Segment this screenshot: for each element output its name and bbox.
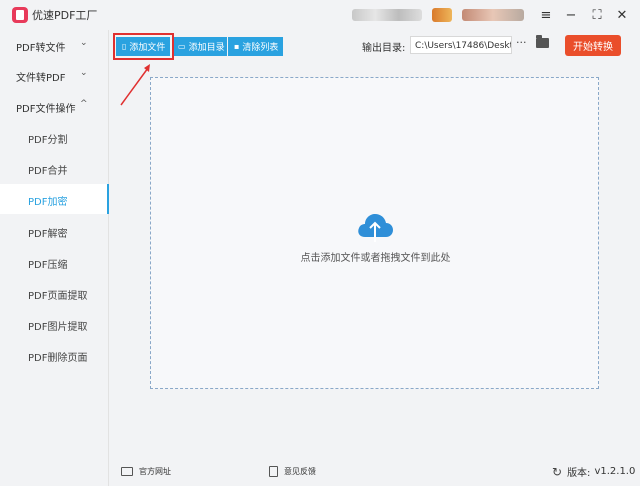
monitor-icon — [121, 467, 133, 476]
sidebar-item-pdf-encrypt[interactable]: PDF加密 — [0, 184, 109, 214]
version-info[interactable]: ↻ 版本: v1.2.1.0 — [552, 464, 636, 480]
sidebar-item-label: PDF页面提取 — [28, 291, 88, 302]
annotation-highlight-box — [113, 33, 174, 60]
more-options-button[interactable]: ··· — [516, 36, 527, 49]
cloud-upload-icon — [358, 214, 393, 242]
minimize-icon[interactable]: − — [562, 6, 580, 24]
close-icon[interactable]: ✕ — [613, 6, 631, 24]
sidebar-item-label: PDF加密 — [28, 197, 68, 208]
feedback-link[interactable]: 意见反馈 — [269, 466, 316, 477]
sidebar-item-pdf-merge[interactable]: PDF合并 — [0, 153, 108, 183]
chevron-down-icon: ⌄ — [80, 68, 88, 78]
nav-label: 文件转PDF — [16, 73, 66, 84]
clear-list-button[interactable]: ▪ 清除列表 — [228, 37, 283, 56]
trash-icon: ▪ — [234, 42, 240, 51]
add-folder-button[interactable]: ▭ 添加目录 — [172, 37, 227, 56]
version-label: 版本: — [567, 468, 591, 479]
folder-icon[interactable] — [536, 35, 549, 48]
sidebar-item-pdf-delete-pages[interactable]: PDF删除页面 — [0, 340, 108, 370]
app-title: 优速PDF工厂 — [32, 9, 98, 22]
blurred-user-info — [462, 9, 524, 21]
maximize-icon[interactable]: ⛶ — [588, 6, 606, 24]
blurred-account-info — [352, 9, 422, 21]
output-dir-field[interactable]: C:\Users\17486\Deskto — [410, 36, 512, 54]
drop-zone-hint: 点击添加文件或者拖拽文件到此处 — [300, 253, 451, 264]
title-bar: 优速PDF工厂 ≡ − ⛶ ✕ — [0, 0, 640, 30]
refresh-icon: ↻ — [552, 464, 563, 479]
nav-pdf-operations[interactable]: PDF文件操作 ^ — [0, 91, 108, 121]
sidebar-item-label: PDF分割 — [28, 135, 68, 146]
sidebar-item-pdf-split[interactable]: PDF分割 — [0, 122, 108, 152]
sidebar: PDF转文件 ⌄ 文件转PDF ⌄ PDF文件操作 ^ PDF分割 PDF合并 … — [0, 30, 109, 486]
sidebar-item-pdf-page-extract[interactable]: PDF页面提取 — [0, 278, 108, 308]
nav-label: PDF转文件 — [16, 43, 66, 54]
sidebar-item-label: PDF合并 — [28, 166, 68, 177]
website-label: 官方网址 — [139, 467, 171, 476]
nav-pdf-to-file[interactable]: PDF转文件 ⌄ — [0, 30, 108, 60]
start-convert-button[interactable]: 开始转换 — [565, 35, 621, 56]
sidebar-item-pdf-image-extract[interactable]: PDF图片提取 — [0, 309, 108, 339]
folder-outline-icon: ▭ — [178, 42, 186, 51]
website-link[interactable]: 官方网址 — [121, 466, 171, 477]
menu-icon[interactable]: ≡ — [537, 6, 555, 24]
feedback-icon — [269, 466, 278, 477]
chevron-up-icon: ^ — [80, 99, 88, 109]
sidebar-item-pdf-decrypt[interactable]: PDF解密 — [0, 216, 108, 246]
file-drop-zone[interactable]: 点击添加文件或者拖拽文件到此处 — [150, 77, 599, 389]
sidebar-item-label: PDF压缩 — [28, 260, 68, 271]
sidebar-item-label: PDF图片提取 — [28, 322, 88, 333]
sidebar-item-pdf-compress[interactable]: PDF压缩 — [0, 247, 108, 277]
chevron-down-icon: ⌄ — [80, 38, 88, 48]
app-logo — [12, 7, 28, 23]
output-dir-label: 输出目录: — [362, 43, 406, 54]
version-value: v1.2.1.0 — [594, 466, 636, 477]
nav-file-to-pdf[interactable]: 文件转PDF ⌄ — [0, 60, 108, 90]
sidebar-item-label: PDF删除页面 — [28, 353, 88, 364]
feedback-label: 意见反馈 — [284, 467, 316, 476]
blurred-badge — [432, 8, 452, 22]
nav-label: PDF文件操作 — [16, 104, 76, 115]
add-folder-label: 添加目录 — [188, 43, 225, 53]
clear-list-label: 清除列表 — [242, 43, 279, 53]
sidebar-item-label: PDF解密 — [28, 229, 68, 240]
